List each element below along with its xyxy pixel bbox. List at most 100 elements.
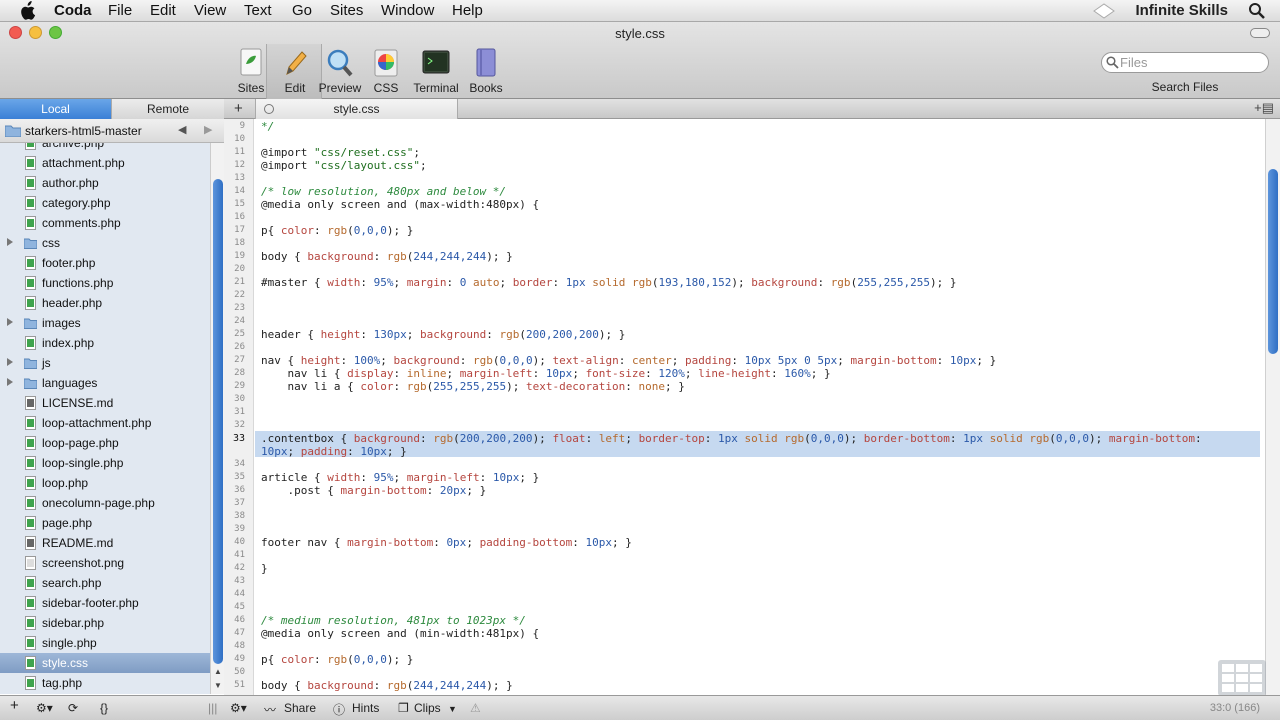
menu-window[interactable]: Window	[381, 2, 434, 20]
menu-edit[interactable]: Edit	[150, 2, 176, 20]
file-item[interactable]: css	[0, 233, 210, 253]
share-button[interactable]: Share	[284, 701, 316, 715]
toolbar-toggle-button[interactable]	[1250, 28, 1270, 38]
publish-icon[interactable]: ⟳	[68, 701, 78, 715]
code-token: :	[347, 445, 361, 458]
file-item[interactable]: header.php	[0, 293, 210, 313]
code-token: :	[552, 276, 566, 289]
add-file-icon[interactable]: +	[10, 697, 19, 714]
apple-icon[interactable]	[18, 1, 36, 21]
sidebar-scrollbar[interactable]: ▲ ▼	[210, 143, 224, 694]
code-token: :	[625, 380, 639, 393]
editor-scroll-thumb[interactable]	[1268, 169, 1278, 354]
terminal-button[interactable]: Terminal	[408, 48, 464, 98]
disclosure-triangle-icon[interactable]	[7, 378, 13, 386]
menu-text[interactable]: Text	[244, 2, 272, 20]
code-token: /* medium resolution, 481px to 1023px */	[261, 614, 526, 627]
menu-view[interactable]: View	[194, 2, 226, 20]
file-item[interactable]: loop-single.php	[0, 453, 210, 473]
css-button[interactable]: CSS	[358, 48, 414, 98]
tab-local[interactable]: Local	[0, 99, 111, 119]
file-item[interactable]: tag.php	[0, 673, 210, 693]
menu-go[interactable]: Go	[292, 2, 312, 20]
scroll-up-icon[interactable]: ▲	[214, 667, 222, 676]
code-line: article { width: 95%; margin-left: 10px;…	[261, 471, 539, 484]
spotlight-icon[interactable]	[1248, 2, 1266, 20]
file-item[interactable]: attachment.php	[0, 153, 210, 173]
file-item[interactable]: author.php	[0, 173, 210, 193]
file-item[interactable]: comments.php	[0, 213, 210, 233]
file-name: style.css	[42, 656, 89, 670]
file-item[interactable]: single.php	[0, 633, 210, 653]
line-number: 31	[234, 407, 245, 417]
folder-icon	[24, 358, 37, 369]
file-item[interactable]: loop-page.php	[0, 433, 210, 453]
menu-coda[interactable]: Coda	[54, 2, 92, 20]
code-token: ;	[671, 354, 685, 367]
file-item[interactable]: archive.php	[0, 143, 210, 153]
file-name: js	[42, 356, 51, 370]
php-file-icon	[25, 456, 36, 470]
clips-icon: ❐	[398, 701, 409, 715]
menu-sites[interactable]: Sites	[330, 2, 363, 20]
tab-style-css[interactable]: style.css	[255, 99, 458, 119]
forward-arrow-icon[interactable]: ▶	[204, 123, 212, 136]
file-item[interactable]: LICENSE.md	[0, 393, 210, 413]
file-item[interactable]: category.php	[0, 193, 210, 213]
warning-icon[interactable]: ⚠	[470, 701, 481, 715]
menu-help[interactable]: Help	[452, 2, 483, 20]
file-item[interactable]: loop-attachment.php	[0, 413, 210, 433]
file-item[interactable]: search.php	[0, 573, 210, 593]
code-token: height	[320, 328, 361, 341]
add-tab-icon[interactable]: +	[234, 100, 243, 117]
line-number: 43	[234, 576, 245, 586]
code-line: nav { height: 100%; background: rgb(0,0,…	[261, 354, 996, 367]
files-search-input[interactable]: Files	[1101, 52, 1269, 73]
disclosure-triangle-icon[interactable]	[7, 358, 13, 366]
clips-dropdown-icon[interactable]: ▼	[448, 704, 457, 714]
file-item[interactable]: screenshot.png	[0, 553, 210, 573]
menu-file[interactable]: File	[108, 2, 132, 20]
file-item[interactable]: sidebar.php	[0, 613, 210, 633]
editor-scrollbar[interactable]	[1265, 119, 1280, 695]
gear-icon[interactable]: ⚙▾	[36, 701, 53, 715]
line-number: 24	[234, 316, 245, 326]
hints-button[interactable]: Hints	[352, 701, 379, 715]
file-name: LICENSE.md	[42, 396, 114, 410]
code-token: ; }	[466, 484, 487, 497]
editor-gear-icon[interactable]: ⚙▾	[230, 701, 247, 715]
code-token: rgb	[386, 250, 407, 263]
file-item[interactable]: languages	[0, 373, 210, 393]
code-token: :	[486, 328, 500, 341]
drag-handle-icon[interactable]: |||	[208, 701, 217, 715]
close-tab-icon[interactable]	[264, 104, 274, 114]
file-item[interactable]: images	[0, 313, 210, 333]
file-item[interactable]: js	[0, 353, 210, 373]
file-name: images	[42, 316, 81, 330]
split-view-icon[interactable]: +▤	[1254, 100, 1274, 116]
file-name: search.php	[42, 576, 102, 590]
file-item[interactable]: footer.php	[0, 253, 210, 273]
braces-icon[interactable]: {}	[100, 701, 108, 715]
terminal-label: Terminal	[413, 81, 459, 95]
scroll-down-icon[interactable]: ▼	[214, 681, 222, 690]
file-item[interactable]: functions.php	[0, 273, 210, 293]
disclosure-triangle-icon[interactable]	[7, 318, 13, 326]
code-line: p{ color: rgb(0,0,0); }	[261, 653, 413, 666]
code-editor[interactable]: */@import "css/reset.css"; @import "css/l…	[255, 119, 1265, 695]
file-item[interactable]: README.md	[0, 533, 210, 553]
back-arrow-icon[interactable]: ◀	[178, 123, 186, 136]
sidebar-scroll-thumb[interactable]	[213, 179, 223, 664]
disclosure-triangle-icon[interactable]	[7, 238, 13, 246]
file-item[interactable]: sidebar-footer.php	[0, 593, 210, 613]
file-item[interactable]: page.php	[0, 513, 210, 533]
code-token: 120%	[658, 367, 685, 380]
books-button[interactable]: Books	[458, 48, 514, 98]
file-item[interactable]: loop.php	[0, 473, 210, 493]
file-item[interactable]: style.css	[0, 653, 210, 673]
tab-remote[interactable]: Remote	[111, 99, 224, 119]
site-selector[interactable]: starkers-html5-master ◀ ▶	[0, 119, 224, 143]
file-item[interactable]: index.php	[0, 333, 210, 353]
clips-button[interactable]: Clips	[414, 701, 441, 715]
file-item[interactable]: onecolumn-page.php	[0, 493, 210, 513]
